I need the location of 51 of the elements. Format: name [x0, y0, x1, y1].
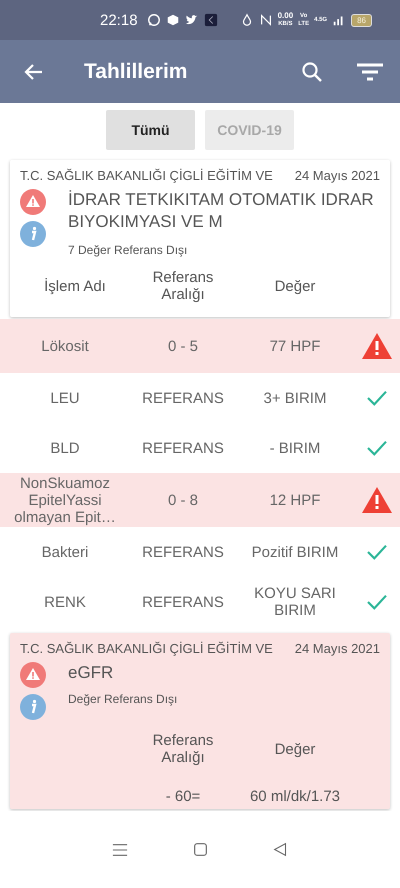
screen-title: Tahlillerim [84, 60, 188, 84]
result-card[interactable]: T.C. SAĞLIK BAKANLIĞI ÇİGLİ EĞİTİM VE 24 Mayıs 2021 İDRAR TETKIKITAM OTOMATIK IDRAR BIYOKIMYASI VE M 7 Değer Referans Dışı İşlem Adı Referans Aralığı Değer [10, 160, 390, 317]
test-name: Bakteri [40, 544, 90, 560]
test-name: Lökosit [40, 338, 90, 354]
test-name: BLD [49, 440, 81, 456]
warning-icon [20, 189, 46, 215]
result-value: Pozitif BIRIM [250, 544, 340, 560]
info-icon [20, 694, 46, 720]
reference-range: 0 - 5 [166, 338, 199, 354]
test-name: LEU [49, 390, 81, 406]
test-name: NonSkuamoz EpitelYassi olmayan Epit… [13, 474, 117, 526]
reference-range: 0 - 8 [166, 492, 199, 508]
app-icon [204, 13, 218, 27]
column-header: Referans Aralığı [152, 732, 214, 766]
bird-icon [184, 13, 199, 27]
result-value: 12 HPF [268, 492, 322, 508]
test-name: RENK [43, 594, 87, 610]
result-value: KOYU SARI BIRIM [253, 585, 337, 619]
result-value: 60 ml/dk/1.73 [248, 788, 342, 805]
info-icon [20, 221, 46, 247]
column-header: Değer [274, 278, 316, 294]
search-icon [300, 60, 324, 84]
speed-text: 0.00 [278, 12, 294, 20]
clock-time: 22:18 [100, 12, 138, 28]
warning-icon [20, 662, 46, 688]
reference-range: REFERANS [141, 544, 225, 560]
institution-name: T.C. SAĞLIK BAKANLIĞI ÇİGLİ EĞİTİM VE [20, 168, 273, 183]
column-header: İşlem Adı [43, 278, 107, 294]
column-header: Referans Aralığı [152, 269, 214, 303]
result-date: 24 Mayıs 2021 [294, 641, 380, 656]
reference-range: - 60= [164, 788, 202, 805]
result-value: - BIRIM [268, 440, 322, 456]
result-date: 24 Mayıs 2021 [294, 168, 380, 183]
out-of-range-summary: Değer Referans Dışı [68, 692, 178, 706]
reference-range: REFERANS [141, 390, 225, 406]
institution-name: T.C. SAĞLIK BAKANLIĞI ÇİGLİ EĞİTİM VE [20, 641, 273, 656]
test-title: İDRAR TETKIKITAM OTOMATIK IDRAR BIYOKIMYASI VE M [68, 189, 375, 233]
out-of-range-summary: 7 Değer Referans Dışı [68, 243, 188, 257]
reference-range: REFERANS [141, 594, 225, 610]
filter-tab[interactable]: Tümü [106, 110, 195, 150]
reference-range: REFERANS [141, 440, 225, 456]
nfc-icon [258, 13, 273, 27]
back-icon[interactable] [272, 842, 288, 857]
result-value: 3+ BIRIM [262, 390, 328, 406]
result-card[interactable]: T.C. SAĞLIK BAKANLIĞI ÇİGLİ EĞİTİM VE 24 Mayıs 2021 eGFR Değer Referans Dışı Referans Aralığı Değer - 60= 60 ml/dk/1.73 [10, 633, 390, 809]
menu-icon[interactable] [112, 842, 128, 858]
test-title: eGFR [68, 662, 114, 684]
result-value: 77 HPF [268, 338, 322, 354]
home-icon[interactable] [192, 842, 208, 857]
column-header: Değer [274, 740, 316, 758]
battery-indicator: 86 [351, 14, 372, 26]
